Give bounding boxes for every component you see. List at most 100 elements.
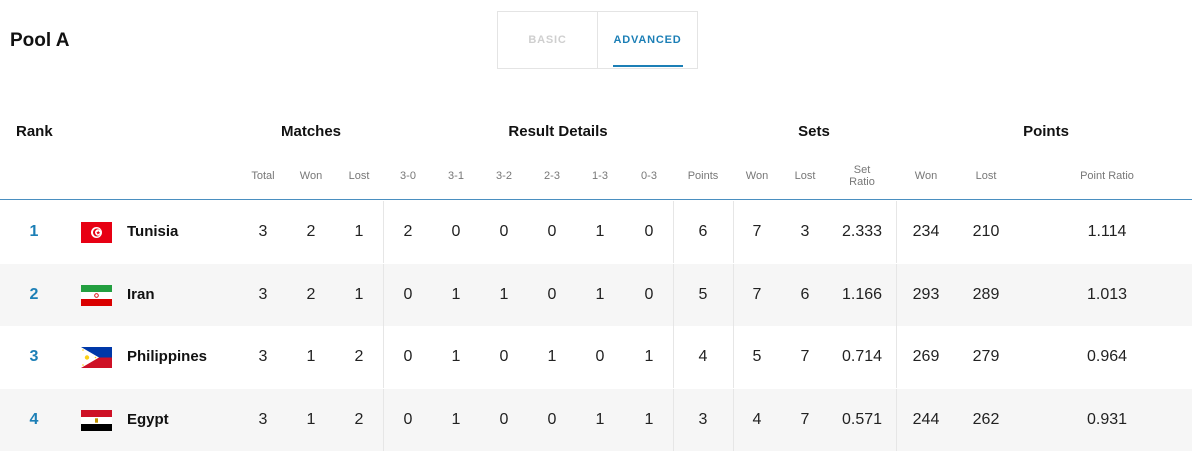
rank-header: Rank xyxy=(16,123,53,140)
points-lost-cell: 262 xyxy=(972,411,1000,428)
result-2-3-cell: 0 xyxy=(547,286,557,303)
tab-advanced[interactable]: ADVANCED xyxy=(598,12,697,68)
col-points-won: Won xyxy=(914,170,938,182)
rank-cell: 1 xyxy=(29,223,39,240)
won-cell: 1 xyxy=(306,348,316,365)
result-3-2-cell: 0 xyxy=(499,348,509,365)
result-3-2-cell: 1 xyxy=(499,286,509,303)
points-lost-cell: 289 xyxy=(972,286,1000,303)
point-ratio-cell: 1.013 xyxy=(1086,286,1128,303)
rank-cell: 4 xyxy=(29,411,39,428)
result-0-3-cell: 1 xyxy=(644,411,654,428)
result-2-3-cell: 0 xyxy=(547,411,557,428)
matches-header: Matches xyxy=(280,123,342,140)
team-name[interactable]: Iran xyxy=(127,264,155,326)
sets-header: Sets xyxy=(798,123,830,140)
team-name[interactable]: Egypt xyxy=(127,389,169,451)
result-3-1-cell: 1 xyxy=(451,348,461,365)
team-name[interactable]: Tunisia xyxy=(127,201,178,263)
sets-lost-cell: 3 xyxy=(800,223,810,240)
result-2-3-cell: 1 xyxy=(547,348,557,365)
iran-flag-icon xyxy=(81,285,112,306)
result-3-2-cell: 0 xyxy=(499,223,509,240)
won-cell: 2 xyxy=(306,286,316,303)
result-3-2-cell: 0 xyxy=(499,411,509,428)
points-cell: 5 xyxy=(698,286,708,303)
col-3-0: 3-0 xyxy=(400,170,416,182)
points-won-cell: 234 xyxy=(912,223,940,240)
points-won-cell: 269 xyxy=(912,348,940,365)
sets-lost-cell: 7 xyxy=(800,411,810,428)
points-cell: 6 xyxy=(698,223,708,240)
points-lost-cell: 279 xyxy=(972,348,1000,365)
rank-cell: 3 xyxy=(29,348,39,365)
point-ratio-cell: 1.114 xyxy=(1087,223,1127,240)
header-divider xyxy=(0,199,1192,200)
col-set-ratio: Set Ratio xyxy=(849,164,875,188)
result-1-3-cell: 1 xyxy=(595,223,605,240)
team-name[interactable]: Philippines xyxy=(127,326,207,388)
total-cell: 3 xyxy=(258,411,268,428)
sets-lost-cell: 6 xyxy=(800,286,810,303)
col-sets-won: Won xyxy=(745,170,769,182)
lost-cell: 2 xyxy=(354,348,364,365)
set-ratio-cell: 0.571 xyxy=(841,411,883,428)
sets-won-cell: 4 xyxy=(752,411,762,428)
sets-won-cell: 5 xyxy=(752,348,762,365)
lost-cell: 2 xyxy=(354,411,364,428)
col-3-2: 3-2 xyxy=(496,170,512,182)
result-details-header: Result Details xyxy=(508,123,608,140)
result-3-1-cell: 1 xyxy=(451,286,461,303)
result-1-3-cell: 1 xyxy=(595,411,605,428)
table-row: 4 Egypt 3 1 2 0 1 0 0 1 1 3 4 7 0.571 24… xyxy=(0,389,1192,451)
table-row: 3 Philippines 3 1 2 0 1 0 1 0 1 4 5 7 0.… xyxy=(0,326,1192,388)
point-ratio-cell: 0.964 xyxy=(1086,348,1128,365)
tunisia-flag-icon xyxy=(81,222,112,243)
view-tabs: BASIC ADVANCED xyxy=(497,11,698,69)
result-1-3-cell: 0 xyxy=(595,348,605,365)
col-points-lost: Lost xyxy=(975,170,997,182)
col-lost: Lost xyxy=(348,170,370,182)
set-ratio-cell: 1.166 xyxy=(841,286,883,303)
col-points: Points xyxy=(687,170,719,182)
points-won-cell: 293 xyxy=(912,286,940,303)
lost-cell: 1 xyxy=(354,223,364,240)
result-0-3-cell: 1 xyxy=(644,348,654,365)
result-0-3-cell: 0 xyxy=(644,286,654,303)
col-3-1: 3-1 xyxy=(448,170,464,182)
result-3-0-cell: 0 xyxy=(403,348,413,365)
result-3-0-cell: 2 xyxy=(403,223,413,240)
result-3-1-cell: 0 xyxy=(451,223,461,240)
points-header: Points xyxy=(1023,123,1069,140)
col-0-3: 0-3 xyxy=(641,170,657,182)
result-3-1-cell: 1 xyxy=(451,411,461,428)
won-cell: 1 xyxy=(306,411,316,428)
points-cell: 3 xyxy=(698,411,708,428)
result-1-3-cell: 1 xyxy=(595,286,605,303)
table-row: 2 Iran 3 2 1 0 1 1 0 1 0 5 7 6 1.166 293… xyxy=(0,264,1192,326)
col-set-ratio-line2: Ratio xyxy=(849,176,875,188)
tab-basic[interactable]: BASIC xyxy=(498,12,598,68)
won-cell: 2 xyxy=(306,223,316,240)
sets-won-cell: 7 xyxy=(752,223,762,240)
point-ratio-cell: 0.931 xyxy=(1086,411,1128,428)
total-cell: 3 xyxy=(258,223,268,240)
sets-won-cell: 7 xyxy=(752,286,762,303)
col-point-ratio: Point Ratio xyxy=(1080,170,1134,182)
points-cell: 4 xyxy=(698,348,708,365)
points-won-cell: 244 xyxy=(912,411,940,428)
philippines-flag-icon xyxy=(81,347,112,368)
col-won: Won xyxy=(299,170,323,182)
pool-title: Pool A xyxy=(10,30,70,51)
col-sets-lost: Lost xyxy=(794,170,816,182)
set-ratio-cell: 0.714 xyxy=(841,348,883,365)
col-total: Total xyxy=(251,170,275,182)
table-row: 1 Tunisia 3 2 1 2 0 0 0 1 0 6 7 3 2.333 … xyxy=(0,201,1192,263)
result-3-0-cell: 0 xyxy=(403,411,413,428)
result-2-3-cell: 0 xyxy=(547,223,557,240)
points-lost-cell: 210 xyxy=(972,223,1000,240)
col-set-ratio-line1: Set xyxy=(853,164,871,176)
total-cell: 3 xyxy=(258,286,268,303)
egypt-flag-icon xyxy=(81,410,112,431)
col-2-3: 2-3 xyxy=(544,170,560,182)
